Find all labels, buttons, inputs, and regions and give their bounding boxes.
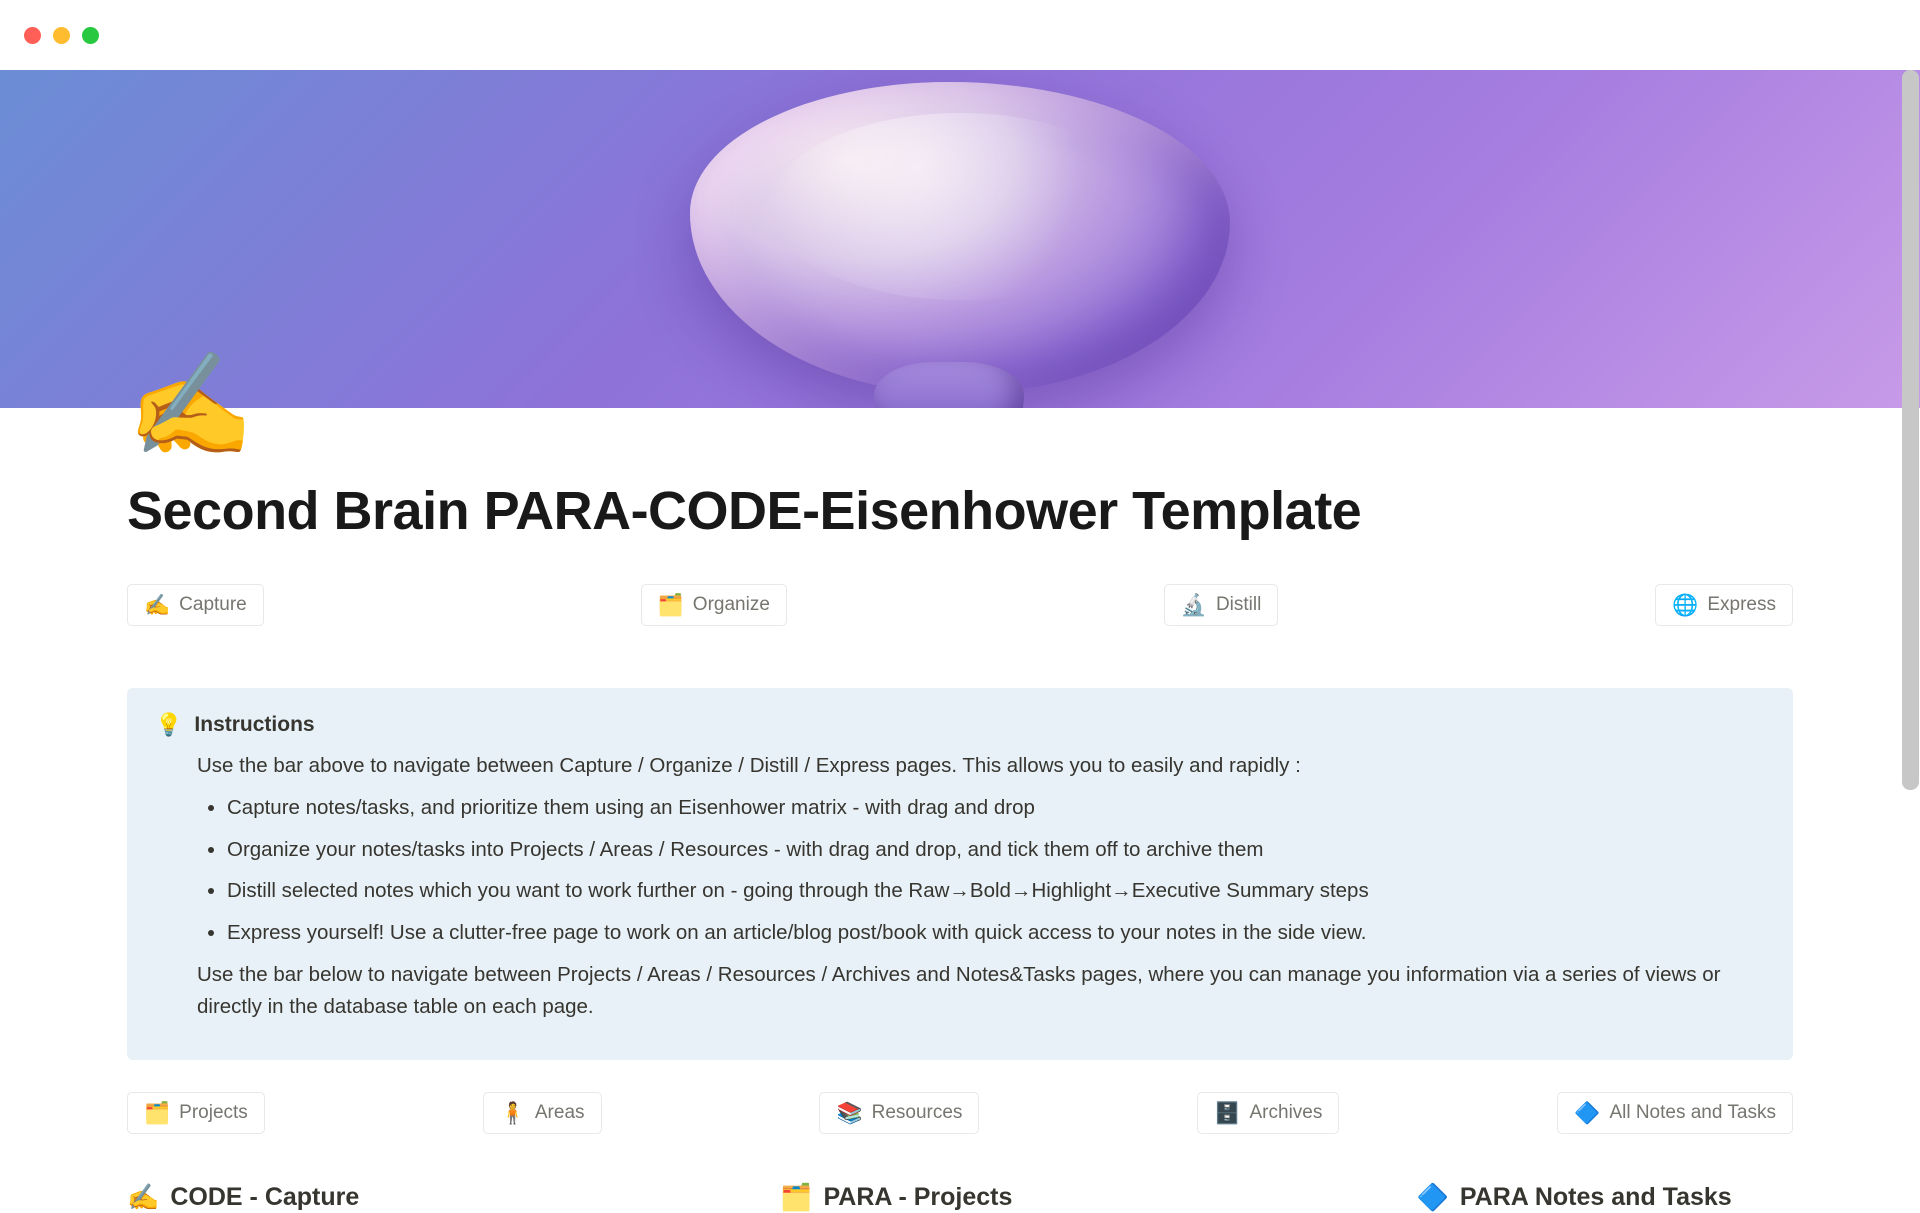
folder-icon: 🗂️ bbox=[780, 1182, 812, 1213]
nav-all-notes[interactable]: 🔷 All Notes and Tasks bbox=[1557, 1092, 1793, 1134]
nav-label: Archives bbox=[1250, 1102, 1323, 1124]
globe-icon: 🌐 bbox=[1672, 595, 1698, 616]
section-code-capture[interactable]: ✍️ CODE - Capture bbox=[127, 1182, 760, 1213]
instructions-bullet: Organize your notes/tasks into Projects … bbox=[227, 834, 1765, 866]
section-label: PARA Notes and Tasks bbox=[1460, 1183, 1732, 1212]
instructions-bullet: Capture notes/tasks, and prioritize them… bbox=[227, 792, 1765, 824]
bottom-nav-row: 🗂️ Projects 🧍 Areas 📚 Resources 🗄️ Archi… bbox=[127, 1092, 1793, 1134]
section-label: CODE - Capture bbox=[170, 1183, 359, 1212]
window-traffic-lights bbox=[0, 0, 1920, 70]
archives-icon: 🗄️ bbox=[1214, 1103, 1240, 1124]
nav-archives[interactable]: 🗄️ Archives bbox=[1197, 1092, 1339, 1134]
nav-label: Capture bbox=[179, 594, 247, 616]
page-icon[interactable]: ✍️ bbox=[127, 354, 254, 456]
notes-icon: 🔷 bbox=[1574, 1103, 1600, 1124]
cover-image[interactable] bbox=[0, 70, 1920, 408]
nav-express[interactable]: 🌐 Express bbox=[1655, 584, 1793, 626]
section-para-notes-tasks[interactable]: 🔷 PARA Notes and Tasks bbox=[1416, 1182, 1793, 1213]
nav-organize[interactable]: 🗂️ Organize bbox=[641, 584, 787, 626]
instructions-lead: Use the bar above to navigate between Ca… bbox=[197, 750, 1765, 782]
writing-hand-icon: ✍️ bbox=[127, 1182, 159, 1213]
nav-label: Organize bbox=[693, 594, 770, 616]
nav-label: Express bbox=[1707, 594, 1776, 616]
areas-icon: 🧍 bbox=[500, 1103, 526, 1124]
top-nav-row: ✍️ Capture 🗂️ Organize 🔬 Distill 🌐 Expre… bbox=[127, 584, 1793, 626]
instructions-list: Capture notes/tasks, and prioritize them… bbox=[197, 792, 1765, 949]
vertical-scrollbar[interactable] bbox=[1902, 70, 1919, 790]
instructions-callout: 💡 Instructions Use the bar above to navi… bbox=[127, 688, 1793, 1060]
nav-resources[interactable]: 📚 Resources bbox=[819, 1092, 979, 1134]
nav-distill[interactable]: 🔬 Distill bbox=[1164, 584, 1279, 626]
brain-illustration bbox=[690, 82, 1230, 408]
microscope-icon: 🔬 bbox=[1181, 595, 1207, 616]
bulb-icon: 💡 bbox=[155, 712, 182, 738]
page-title[interactable]: Second Brain PARA-CODE-Eisenhower Templa… bbox=[127, 408, 1793, 542]
nav-areas[interactable]: 🧍 Areas bbox=[483, 1092, 602, 1134]
nav-label: All Notes and Tasks bbox=[1609, 1102, 1776, 1124]
instructions-bullet: Distill selected notes which you want to… bbox=[227, 875, 1765, 907]
section-headings-row: ✍️ CODE - Capture 🗂️ PARA - Projects 🔷 P… bbox=[127, 1182, 1793, 1213]
minimize-window-button[interactable] bbox=[53, 27, 70, 44]
folder-icon: 🗂️ bbox=[658, 595, 684, 616]
instructions-bullet: Express yourself! Use a clutter-free pag… bbox=[227, 917, 1765, 949]
instructions-tail: Use the bar below to navigate between Pr… bbox=[197, 959, 1765, 1023]
instructions-title: Instructions bbox=[194, 713, 314, 737]
section-para-projects[interactable]: 🗂️ PARA - Projects bbox=[780, 1182, 1396, 1213]
nav-label: Areas bbox=[535, 1102, 585, 1124]
nav-label: Projects bbox=[179, 1102, 248, 1124]
nav-label: Distill bbox=[1216, 594, 1261, 616]
section-label: PARA - Projects bbox=[823, 1183, 1012, 1212]
diamond-icon: 🔷 bbox=[1416, 1182, 1448, 1213]
projects-icon: 🗂️ bbox=[144, 1103, 170, 1124]
nav-projects[interactable]: 🗂️ Projects bbox=[127, 1092, 265, 1134]
nav-capture[interactable]: ✍️ Capture bbox=[127, 584, 264, 626]
resources-icon: 📚 bbox=[836, 1103, 862, 1124]
close-window-button[interactable] bbox=[24, 27, 41, 44]
nav-label: Resources bbox=[872, 1102, 963, 1124]
maximize-window-button[interactable] bbox=[82, 27, 99, 44]
writing-hand-icon: ✍️ bbox=[144, 595, 170, 616]
